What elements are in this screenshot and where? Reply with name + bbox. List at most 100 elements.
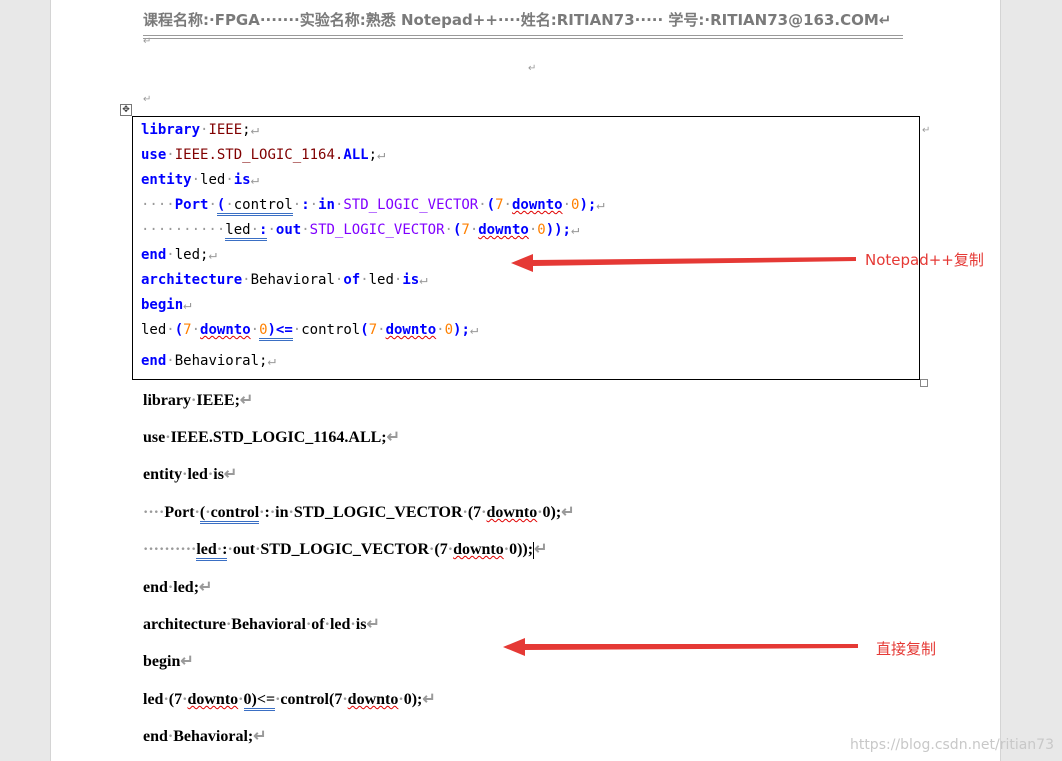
code-token: ··········	[141, 222, 226, 238]
text-token: is	[355, 616, 367, 633]
code-token: ↵	[596, 197, 605, 213]
text-line[interactable]: end·led;↵	[143, 577, 212, 597]
paragraph-mark: ↵	[143, 36, 152, 47]
code-token: ·	[208, 197, 217, 213]
arrow-left-icon	[511, 254, 856, 272]
code-token: downto	[200, 322, 251, 338]
paragraph-mark: ↵	[922, 125, 931, 136]
code-token: ·	[469, 222, 479, 238]
text-token: led	[187, 466, 208, 483]
text-token: use	[143, 429, 166, 446]
header-divider	[143, 35, 903, 36]
code-token: led	[225, 222, 251, 241]
code-line[interactable]: end·Behavioral;↵	[141, 353, 276, 369]
code-line[interactable]: architecture·Behavioral·of·led·is↵	[141, 272, 428, 288]
code-token: ····	[141, 197, 175, 213]
code-line[interactable]: entity·led·is↵	[141, 172, 259, 188]
text-token: IEEE;	[196, 392, 240, 409]
code-token: ·	[191, 322, 201, 338]
code-token: 7	[495, 197, 504, 213]
text-token: ↵	[180, 653, 194, 670]
code-token: entity	[141, 172, 192, 188]
code-token: use	[141, 147, 167, 163]
table-resize-handle[interactable]	[920, 379, 928, 387]
text-token: downto	[347, 691, 399, 708]
code-token: ;	[368, 147, 378, 163]
code-token: ↵	[250, 172, 260, 188]
code-token: in	[318, 197, 335, 213]
text-token: Behavioral	[231, 616, 306, 633]
code-token: ·	[436, 322, 445, 338]
code-token: 7	[368, 322, 378, 338]
text-line[interactable]: end·Behavioral;↵	[143, 726, 267, 746]
code-line[interactable]: use·IEEE.STD_LOGIC_1164.ALL;↵	[141, 147, 385, 163]
text-token: downto	[486, 504, 538, 521]
text-line[interactable]: led·(7·downto·0)<=·control(7·downto·0);↵	[143, 689, 436, 711]
code-token: ↵	[208, 247, 217, 263]
code-token: downto	[478, 222, 529, 238]
text-line[interactable]: entity·led·is↵	[143, 464, 237, 484]
code-token: led	[141, 322, 167, 338]
code-token: Port	[174, 197, 209, 213]
code-token: begin	[141, 297, 184, 313]
text-line[interactable]: ····Port·(·control·:·in·STD_LOGIC_VECTOR…	[143, 502, 575, 524]
code-line[interactable]: led·(7·downto·0)<=·control(7·downto·0);↵	[141, 322, 479, 341]
document-page[interactable]: 课程名称:·FPGA·······实验名称:熟悉 Notepad++····姓名…	[50, 0, 1001, 761]
direct-copy-label: 直接复制	[876, 640, 937, 658]
notepad-code-table[interactable]: library·IEEE;↵ use·IEEE.STD_LOGIC_1164.AL…	[132, 116, 920, 380]
text-token: downto	[453, 541, 504, 558]
text-line[interactable]: library·IEEE;↵	[143, 390, 253, 410]
header-divider-double	[143, 38, 903, 39]
code-token: downto	[511, 197, 563, 213]
code-line[interactable]: ····Port·(·control·:·in·STD_LOGIC_VECTOR…	[141, 197, 605, 216]
code-token: ·	[166, 247, 175, 263]
code-line[interactable]: ··········led·:·out·STD_LOGIC_VECTOR·(7·…	[141, 222, 579, 241]
code-line[interactable]: library·IEEE;↵	[141, 122, 259, 138]
code-token: ↵	[469, 322, 479, 338]
code-token: 7	[461, 222, 470, 238]
text-token: Port	[164, 504, 195, 521]
code-line[interactable]: begin↵	[141, 297, 192, 313]
code-token: 0	[537, 222, 546, 238]
code-token: end	[141, 353, 167, 369]
code-token: ·	[166, 322, 175, 338]
text-line[interactable]: ··········led·:·out·STD_LOGIC_VECTOR·(7·…	[143, 539, 547, 561]
code-token: ↵	[183, 297, 192, 313]
text-token: ↵	[386, 429, 401, 446]
text-line[interactable]: begin↵	[143, 651, 194, 671]
code-token: Behavioral;	[174, 353, 268, 369]
text-token: ↵	[561, 504, 575, 521]
text-token: <=	[256, 691, 276, 711]
code-token: ;	[242, 122, 251, 138]
code-token: );	[453, 322, 470, 338]
code-token: );	[579, 197, 597, 213]
code-token: (	[360, 322, 369, 338]
text-token: control(7	[280, 691, 343, 708]
code-token: ·	[301, 222, 310, 238]
code-token: ↵	[377, 147, 386, 163]
code-line[interactable]: end·led;↵	[141, 247, 217, 263]
text-token: (7	[467, 504, 482, 521]
text-line[interactable]: use·IEEE.STD_LOGIC_1164.ALL;↵	[143, 427, 400, 447]
text-token: of	[311, 616, 325, 633]
code-token: ·	[166, 147, 175, 163]
table-move-handle-icon[interactable]: ✥	[120, 104, 132, 116]
text-token: architecture	[143, 616, 226, 633]
code-token: architecture	[141, 272, 243, 288]
text-token: ↵	[366, 616, 380, 633]
text-line[interactable]: architecture·Behavioral·of·led·is↵	[143, 614, 380, 634]
text-token: ↵	[223, 466, 238, 483]
text-token: ↵	[239, 392, 254, 409]
text-token: ↵	[199, 579, 213, 596]
code-token: ·	[377, 322, 386, 338]
code-token: ·	[250, 322, 260, 338]
text-token: library	[143, 392, 191, 409]
text-token: (7	[168, 691, 183, 708]
text-token: STD_LOGIC_VECTOR	[293, 504, 463, 521]
code-token: ·	[562, 197, 571, 213]
text-token: end	[143, 728, 168, 745]
text-token: out	[232, 541, 256, 558]
code-token: IEEE	[208, 122, 243, 138]
paragraph-mark: ↵	[528, 63, 537, 74]
code-token: ·	[191, 172, 201, 188]
